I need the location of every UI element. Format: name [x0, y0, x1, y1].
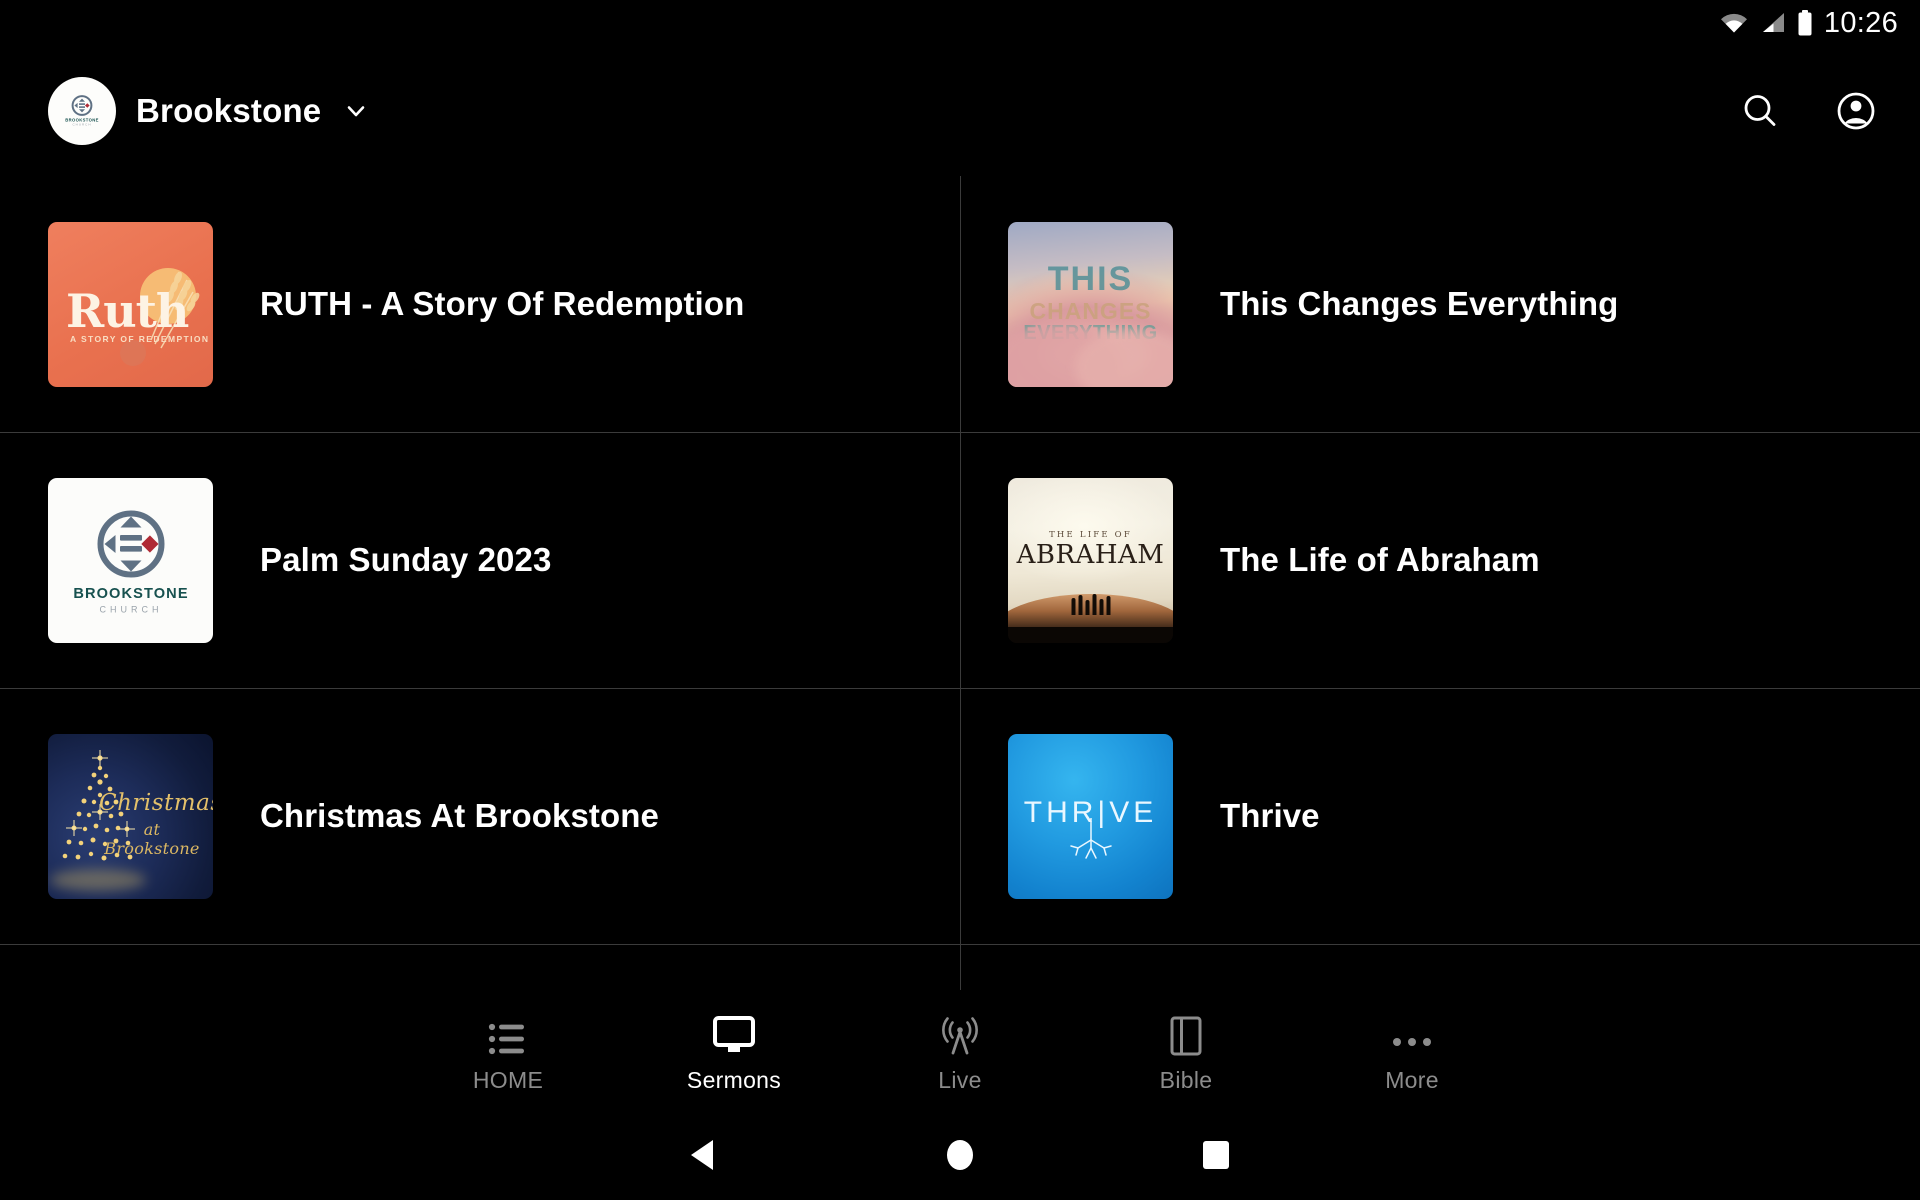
- church-selector[interactable]: BROOKSTONE CHURCH Brookstone: [48, 77, 369, 145]
- status-bar: 10:26: [0, 0, 1920, 46]
- book-icon: [1170, 1012, 1202, 1056]
- triangle-back-icon: [689, 1138, 719, 1177]
- thumb-line-2: CHANGES: [1029, 297, 1152, 324]
- series-title: Palm Sunday 2023: [260, 541, 552, 579]
- monitor-icon: [712, 1012, 756, 1056]
- chevron-down-icon[interactable]: [343, 98, 369, 124]
- cellular-signal-icon: [1760, 11, 1786, 35]
- series-card-palm-sunday-2023[interactable]: BROOKSTONE CHURCH Palm Sunday 2023: [0, 432, 960, 688]
- tab-label: More: [1385, 1066, 1439, 1093]
- account-circle-icon[interactable]: [1834, 89, 1878, 133]
- app-header: BROOKSTONE CHURCH Brookstone: [0, 46, 1920, 176]
- series-title: This Changes Everything: [1220, 285, 1619, 323]
- svg-text:BROOKSTONE: BROOKSTONE: [73, 586, 188, 602]
- series-card-thrive[interactable]: THR|VE Thrive: [960, 688, 1920, 944]
- ellipsis-icon: [1391, 1012, 1433, 1056]
- ground-shadow: [1008, 626, 1173, 643]
- series-thumbnail: THE LIFE OF ABRAHAM: [1008, 477, 1173, 643]
- grid-row-divider: [0, 944, 1920, 945]
- tab-label: Live: [938, 1066, 982, 1093]
- svg-text:CHURCH: CHURCH: [99, 605, 162, 615]
- back-button[interactable]: [576, 1138, 832, 1177]
- tab-label: Bible: [1159, 1066, 1213, 1093]
- thumb-subtitle: THE LIFE OF: [1049, 529, 1132, 540]
- tab-label: Sermons: [686, 1066, 782, 1093]
- circle-home-icon: [945, 1138, 975, 1177]
- sermon-series-grid: Ruth A STORY OF REDEMPTION RUTH - A Stor…: [0, 176, 1920, 990]
- tree-base-glow: [50, 868, 146, 891]
- home-button[interactable]: [832, 1138, 1088, 1177]
- tab-more[interactable]: More: [1299, 1012, 1525, 1094]
- series-thumbnail: BROOKSTONE CHURCH: [48, 477, 213, 643]
- series-thumbnail: Christmas at Brookstone: [48, 733, 213, 899]
- status-bar-clock: 10:26: [1823, 6, 1898, 39]
- christmas-tree-illustration: [62, 749, 135, 860]
- broadcast-tower-icon: [939, 1012, 981, 1056]
- series-card-christmas-at-brookstone[interactable]: Christmas at Brookstone Christmas At Bro…: [0, 688, 960, 944]
- series-title: RUTH - A Story Of Redemption: [260, 285, 745, 323]
- tab-label: HOME: [472, 1066, 544, 1093]
- list-icon: [488, 1012, 528, 1056]
- thumb-line-2: at Brookstone: [104, 819, 200, 858]
- brand-name-label: Brookstone: [136, 92, 322, 129]
- brookstone-church-logo-icon: BROOKSTONE CHURCH: [73, 510, 188, 615]
- search-icon[interactable]: [1738, 89, 1782, 133]
- tab-sermons[interactable]: Sermons: [621, 1012, 847, 1094]
- series-card-this-changes-everything[interactable]: THIS CHANGES EVERYTHING This Changes Eve…: [960, 176, 1920, 432]
- header-actions: [1738, 89, 1878, 133]
- grid-row: BROOKSTONE CHURCH Palm Sunday 2023 THE L…: [0, 432, 1920, 688]
- wifi-icon: [1719, 11, 1749, 35]
- series-thumbnail: Ruth A STORY OF REDEMPTION: [48, 221, 213, 387]
- svg-text:CHURCH: CHURCH: [73, 123, 92, 127]
- thumb-line-1: THIS: [1047, 259, 1134, 298]
- recents-button[interactable]: [1088, 1138, 1344, 1177]
- bottom-tab-bar: HOME Sermons Live Bible More: [0, 990, 1920, 1115]
- series-title: The Life of Abraham: [1220, 541, 1540, 579]
- thumb-subtitle: A STORY OF REDEMPTION: [70, 333, 210, 344]
- grid-row: Christmas at Brookstone Christmas At Bro…: [0, 688, 1920, 944]
- series-card-ruth[interactable]: Ruth A STORY OF REDEMPTION RUTH - A Stor…: [0, 176, 960, 432]
- roots-illustration: [1069, 817, 1112, 859]
- system-navigation-bar: [0, 1115, 1920, 1200]
- series-thumbnail: THIS CHANGES EVERYTHING: [1008, 221, 1173, 387]
- figure-silhouettes: [1071, 593, 1110, 615]
- series-card-life-of-abraham[interactable]: THE LIFE OF ABRAHAM The Life of Abraham: [960, 432, 1920, 688]
- brookstone-church-logo-icon: BROOKSTONE CHURCH: [48, 77, 116, 145]
- series-title: Christmas At Brookstone: [260, 797, 659, 835]
- series-title: Thrive: [1220, 797, 1320, 835]
- tab-live[interactable]: Live: [847, 1012, 1073, 1094]
- series-thumbnail: THR|VE: [1008, 733, 1173, 899]
- tab-bible[interactable]: Bible: [1073, 1012, 1299, 1094]
- thumb-title: Ruth: [66, 283, 189, 338]
- thumb-line-1: Christmas: [99, 789, 213, 816]
- square-recents-icon: [1201, 1138, 1231, 1177]
- grid-row: Ruth A STORY OF REDEMPTION RUTH - A Stor…: [0, 176, 1920, 432]
- battery-icon: [1797, 10, 1813, 36]
- thumb-title: ABRAHAM: [1016, 539, 1165, 570]
- tab-home[interactable]: HOME: [395, 1012, 621, 1094]
